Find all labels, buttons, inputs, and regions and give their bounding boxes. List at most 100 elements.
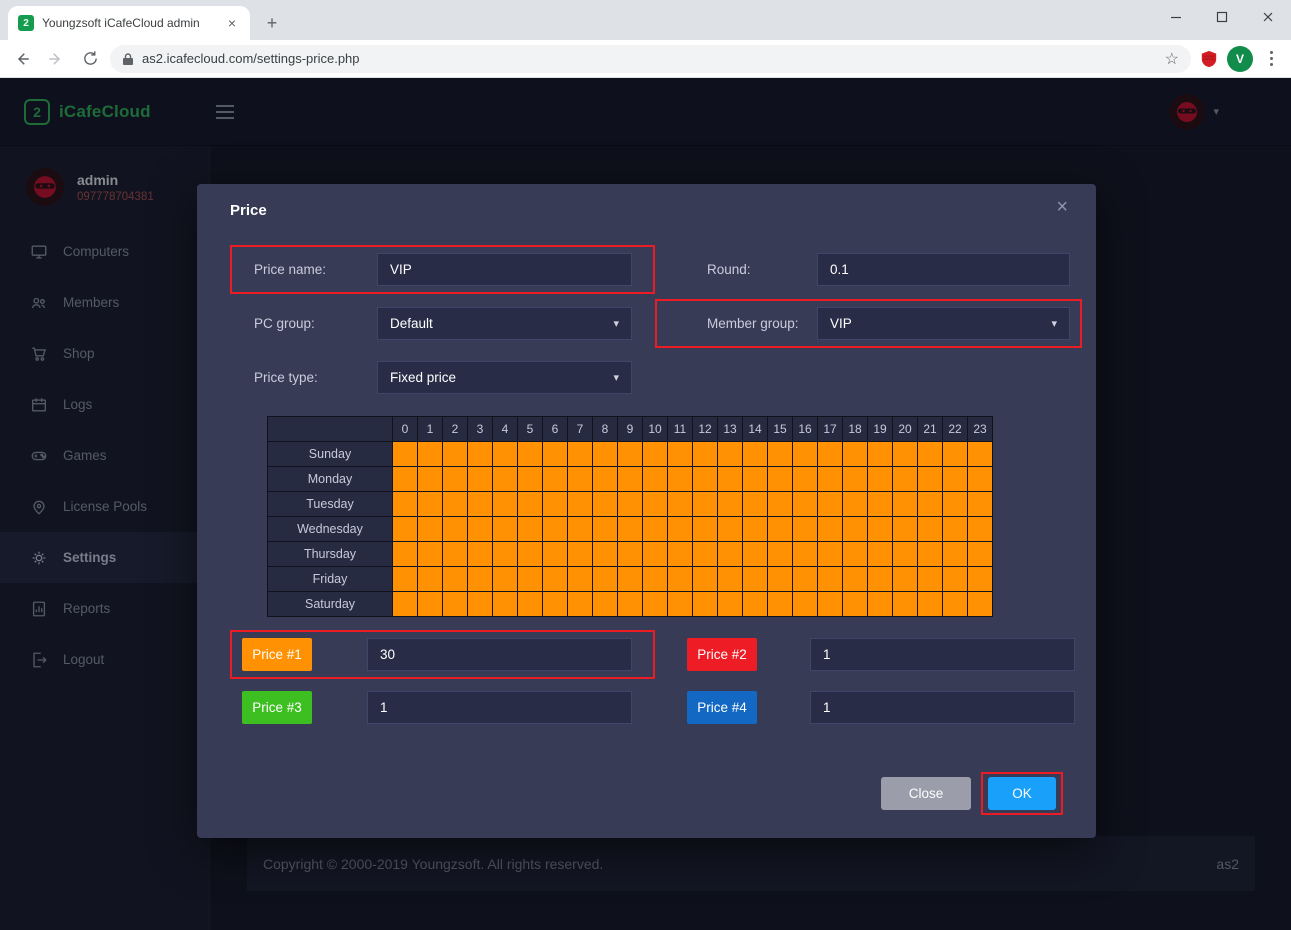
schedule-cell[interactable] [943,592,968,617]
browser-tab[interactable]: 2 Youngzsoft iCafeCloud admin × [8,6,250,40]
schedule-cell[interactable] [568,467,593,492]
price1-input[interactable] [367,638,632,671]
schedule-cell[interactable] [868,592,893,617]
schedule-cell[interactable] [543,467,568,492]
schedule-cell[interactable] [643,592,668,617]
price3-input[interactable] [367,691,632,724]
schedule-cell[interactable] [968,592,993,617]
schedule-cell[interactable] [468,492,493,517]
price2-button[interactable]: Price #2 [687,638,757,671]
schedule-cell[interactable] [518,592,543,617]
schedule-cell[interactable] [743,492,768,517]
schedule-cell[interactable] [718,592,743,617]
price4-input[interactable] [810,691,1075,724]
schedule-cell[interactable] [443,517,468,542]
schedule-cell[interactable] [643,492,668,517]
schedule-cell[interactable] [768,442,793,467]
schedule-cell[interactable] [568,442,593,467]
schedule-cell[interactable] [943,467,968,492]
schedule-cell[interactable] [793,517,818,542]
schedule-cell[interactable] [593,492,618,517]
schedule-cell[interactable] [868,442,893,467]
schedule-cell[interactable] [468,542,493,567]
schedule-cell[interactable] [768,542,793,567]
schedule-cell[interactable] [568,567,593,592]
schedule-cell[interactable] [443,492,468,517]
schedule-cell[interactable] [693,592,718,617]
schedule-cell[interactable] [968,492,993,517]
price1-button[interactable]: Price #1 [242,638,312,671]
price-type-select[interactable]: Fixed price ▾ [377,361,632,394]
schedule-cell[interactable] [843,592,868,617]
schedule-cell[interactable] [393,467,418,492]
schedule-cell[interactable] [918,442,943,467]
minimize-button[interactable] [1153,0,1199,34]
schedule-cell[interactable] [493,467,518,492]
schedule-cell[interactable] [868,467,893,492]
round-input[interactable] [817,253,1070,286]
schedule-cell[interactable] [443,567,468,592]
schedule-cell[interactable] [643,467,668,492]
back-button[interactable] [8,45,36,73]
schedule-cell[interactable] [668,517,693,542]
ublock-extension-icon[interactable] [1197,47,1221,71]
schedule-cell[interactable] [443,592,468,617]
schedule-cell[interactable] [793,567,818,592]
schedule-cell[interactable] [893,442,918,467]
bookmark-star-icon[interactable]: ☆ [1165,49,1179,69]
schedule-cell[interactable] [818,542,843,567]
close-window-button[interactable] [1245,0,1291,34]
schedule-cell[interactable] [868,492,893,517]
schedule-cell[interactable] [643,542,668,567]
browser-menu-icon[interactable] [1259,47,1283,71]
schedule-cell[interactable] [668,592,693,617]
schedule-cell[interactable] [943,517,968,542]
schedule-cell[interactable] [568,542,593,567]
schedule-cell[interactable] [893,467,918,492]
close-button[interactable]: Close [881,777,971,810]
price4-button[interactable]: Price #4 [687,691,757,724]
pc-group-select[interactable]: Default ▾ [377,307,632,340]
schedule-cell[interactable] [718,517,743,542]
schedule-cell[interactable] [768,517,793,542]
schedule-cell[interactable] [418,517,443,542]
schedule-cell[interactable] [668,442,693,467]
browser-profile-avatar[interactable]: V [1227,46,1253,72]
schedule-cell[interactable] [443,442,468,467]
schedule-cell[interactable] [918,592,943,617]
schedule-cell[interactable] [693,517,718,542]
schedule-cell[interactable] [468,567,493,592]
schedule-cell[interactable] [968,517,993,542]
schedule-cell[interactable] [843,517,868,542]
schedule-cell[interactable] [593,442,618,467]
price2-input[interactable] [810,638,1075,671]
schedule-cell[interactable] [668,492,693,517]
schedule-cell[interactable] [693,567,718,592]
schedule-cell[interactable] [393,492,418,517]
schedule-cell[interactable] [893,492,918,517]
schedule-cell[interactable] [793,492,818,517]
schedule-cell[interactable] [393,442,418,467]
schedule-cell[interactable] [743,467,768,492]
schedule-cell[interactable] [643,567,668,592]
schedule-cell[interactable] [618,567,643,592]
schedule-cell[interactable] [468,592,493,617]
schedule-cell[interactable] [718,467,743,492]
schedule-cell[interactable] [418,542,443,567]
schedule-cell[interactable] [618,517,643,542]
schedule-cell[interactable] [918,492,943,517]
schedule-cell[interactable] [568,517,593,542]
schedule-cell[interactable] [793,542,818,567]
schedule-cell[interactable] [968,567,993,592]
schedule-cell[interactable] [393,517,418,542]
schedule-cell[interactable] [643,517,668,542]
schedule-cell[interactable] [743,542,768,567]
schedule-cell[interactable] [843,467,868,492]
schedule-cell[interactable] [693,442,718,467]
schedule-cell[interactable] [518,492,543,517]
schedule-cell[interactable] [868,517,893,542]
schedule-cell[interactable] [493,592,518,617]
new-tab-button[interactable]: + [258,9,286,37]
schedule-cell[interactable] [843,542,868,567]
schedule-cell[interactable] [843,567,868,592]
